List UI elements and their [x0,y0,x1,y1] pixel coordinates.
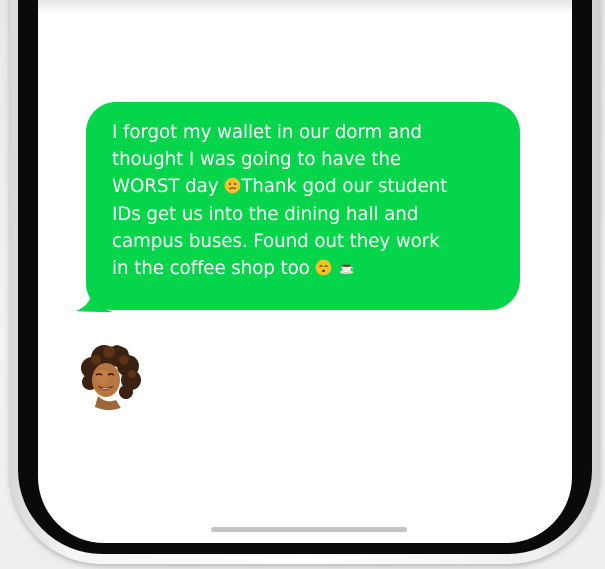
avatar[interactable] [76,344,142,410]
top-shade [38,0,572,14]
message-bubble[interactable]: I forgot my wallet in our dorm and thoug… [86,102,520,310]
confused-face-emoji-icon [224,178,241,194]
message-line-5: campus buses. Found out they work [112,230,440,252]
message-text: I forgot my wallet in our dorm and thoug… [112,119,498,282]
home-indicator[interactable] [211,527,407,532]
relieved-face-emoji-icon [316,259,332,276]
message-line-3a: WORST day [112,176,225,198]
message-line-1: I forgot my wallet in our dorm and [112,122,422,143]
message-line-4: IDs get us into the dining hall and [112,203,419,225]
message-line-2: thought I was going to have the [112,149,401,171]
coffee-cup-emoji-icon [339,264,354,274]
bubble-tail [76,277,113,312]
avatar-portrait-icon [76,344,142,410]
phone-screen: I forgot my wallet in our dorm and thoug… [38,0,572,543]
stage: I forgot my wallet in our dorm and thoug… [0,0,605,569]
message-line-6: in the coffee shop too [112,258,316,280]
message-line-3b: Thank god our student [241,176,448,198]
